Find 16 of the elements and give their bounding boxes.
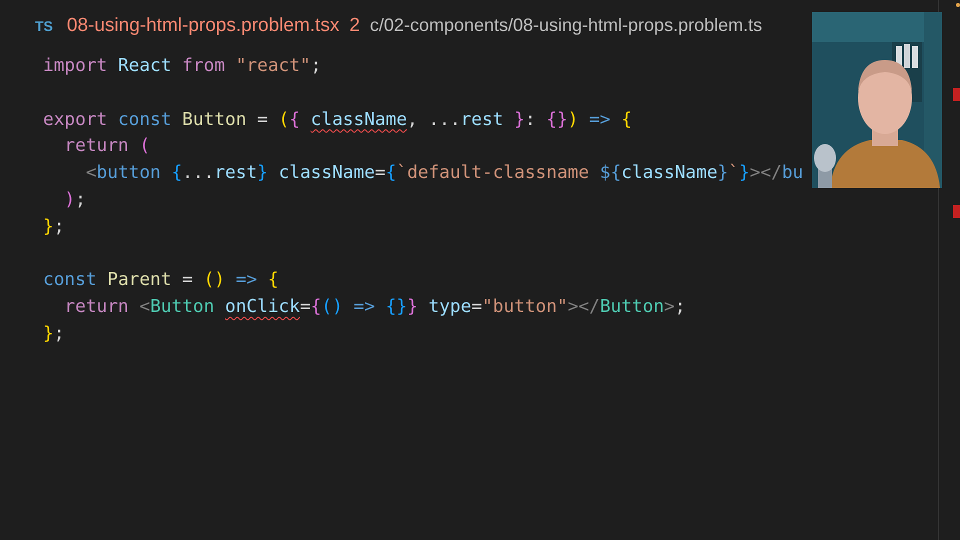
modified-dot	[956, 3, 960, 7]
breadcrumb-path[interactable]: c/02-components/08-using-html-props.problem.ts	[370, 15, 762, 36]
file-tab[interactable]: 08-using-html-props.problem.tsx	[66, 15, 340, 37]
code-line: <button {...rest} className={`default-classname ${className}`}></bu	[84, 161, 804, 186]
error-marker	[953, 205, 960, 218]
code-line: };	[43, 214, 64, 239]
code-line: return (	[63, 134, 150, 158]
code-line: };	[43, 322, 64, 346]
language-label: TS	[35, 18, 53, 34]
code-line: export const Button = ({ className, ...rest }: {}) => {	[43, 108, 632, 132]
code-line: const Parent = () => {	[43, 268, 279, 292]
problem-count: 2	[349, 15, 360, 37]
code-line: );	[63, 188, 86, 212]
code-line: import React from "react";	[43, 54, 322, 78]
error-marker	[953, 88, 960, 101]
code-line: return <Button onClick={() => {}} type="button"></Button>;	[63, 295, 686, 320]
